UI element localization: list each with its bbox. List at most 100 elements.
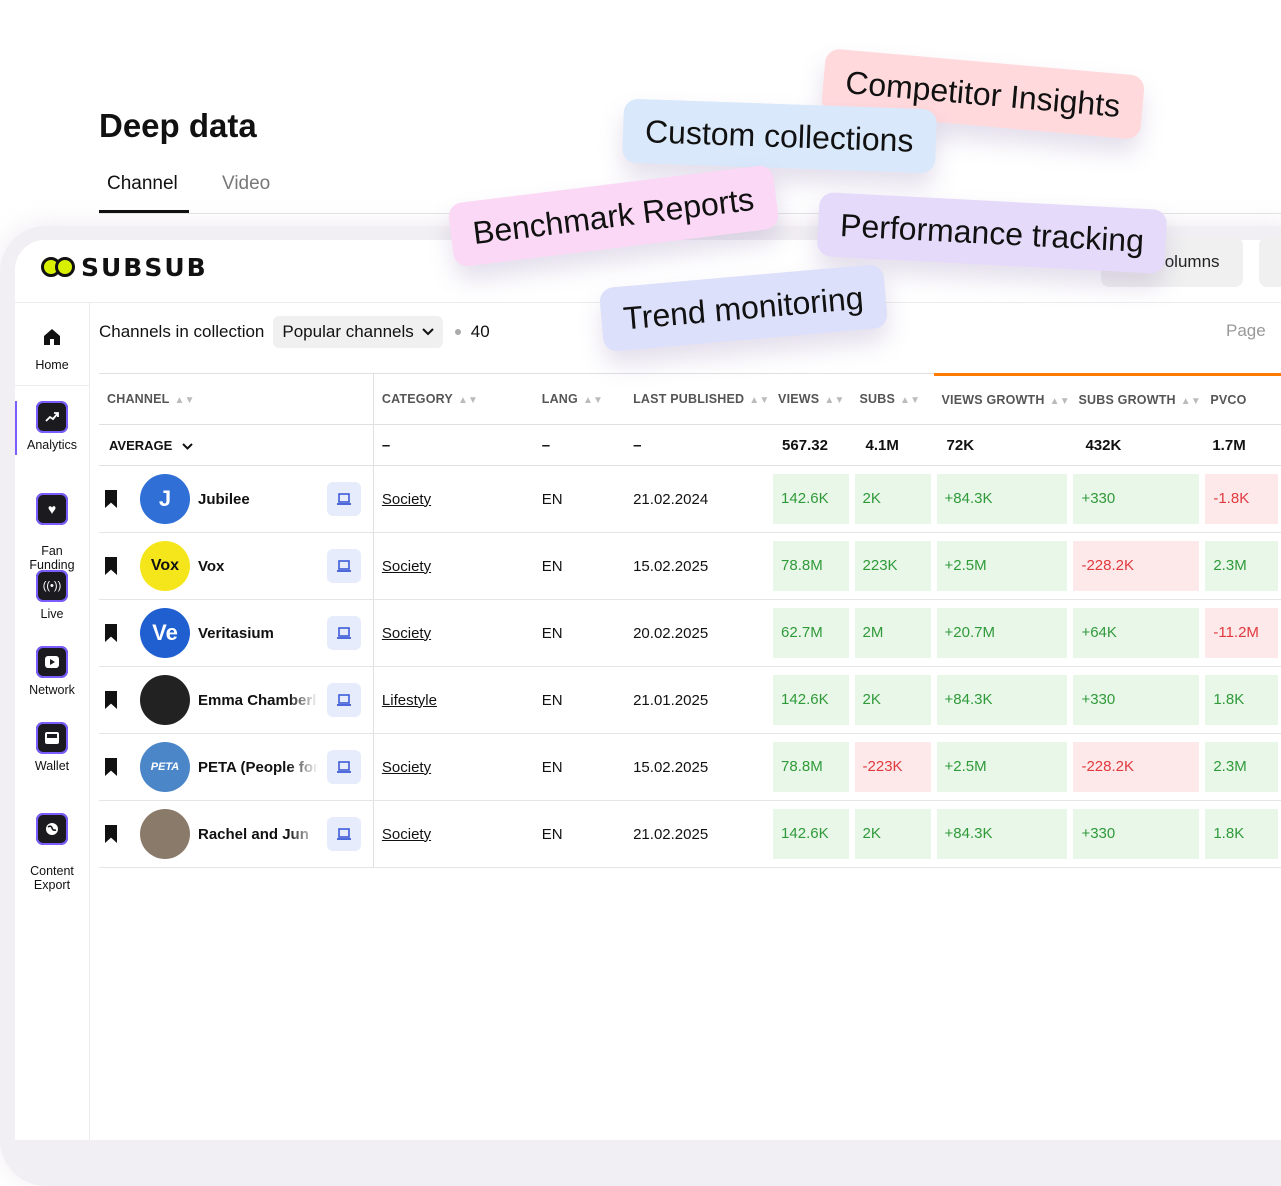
bookmark-icon[interactable] xyxy=(105,490,117,508)
table-row[interactable]: Vox Vox Society EN 15.02.2025 78.8M 223K +2.5M -… xyxy=(99,533,1281,600)
open-channel-button[interactable] xyxy=(327,482,361,516)
views-cell: 62.7M xyxy=(770,600,852,667)
category-cell[interactable]: Society xyxy=(372,533,534,600)
play-icon xyxy=(36,646,68,678)
sidebar-item-live[interactable]: ((•)) Live xyxy=(15,570,89,621)
chevron-down-icon xyxy=(182,442,193,450)
col-header-pvco[interactable]: PVCO xyxy=(1202,373,1281,425)
channel-cell[interactable]: J Jubilee xyxy=(99,466,373,533)
open-channel-button[interactable] xyxy=(327,616,361,650)
lang-cell: EN xyxy=(533,466,626,533)
channel-avatar: J xyxy=(140,474,190,524)
sidebar-item-label: Wallet xyxy=(34,759,70,773)
bookmark-icon[interactable] xyxy=(105,758,117,776)
brand-name: SUBSUB xyxy=(81,253,208,282)
channel-name[interactable]: Vox xyxy=(198,558,318,575)
table-row[interactable]: PETA PETA (People for Society EN 15.02.2025 7… xyxy=(99,734,1281,801)
col-header-last-published[interactable]: LAST PUBLISHED ▲▼ xyxy=(625,373,771,425)
col-header-category[interactable]: CATEGORY ▲▼ xyxy=(372,373,534,425)
bookmark-icon[interactable] xyxy=(105,624,117,642)
channel-cell[interactable]: Rachel and Jun xyxy=(99,801,373,868)
channel-cell[interactable]: PETA PETA (People for xyxy=(99,734,373,801)
lang-cell: EN xyxy=(533,801,626,868)
subs-cell: 2K xyxy=(851,466,934,533)
channel-avatar: Vox xyxy=(140,541,190,591)
col-header-subs[interactable]: SUBS ▲▼ xyxy=(851,373,934,425)
collection-select[interactable]: Popular channels xyxy=(273,316,443,348)
tab-channel[interactable]: Channel xyxy=(107,173,178,195)
table-header: CHANNEL ▲▼ CATEGORY ▲▼ LANG ▲▼ LAST PUBLISH… xyxy=(99,373,1281,425)
sidebar-item-network[interactable]: Network xyxy=(15,646,89,697)
filter-label: Channels in collection xyxy=(99,322,265,341)
subs-cell: 2M xyxy=(851,600,934,667)
open-channel-button[interactable] xyxy=(327,817,361,851)
brand-logo[interactable]: SUBSUB xyxy=(41,253,208,282)
col-header-channel[interactable]: CHANNEL ▲▼ xyxy=(99,373,373,425)
lang-cell: EN xyxy=(533,734,626,801)
subs-growth-cell: +330 xyxy=(1070,801,1203,868)
sidebar-item-home[interactable]: Home xyxy=(15,321,89,372)
tab-video[interactable]: Video xyxy=(222,173,270,195)
open-channel-button[interactable] xyxy=(327,750,361,784)
open-channel-button[interactable] xyxy=(327,549,361,583)
views-cell: 142.6K xyxy=(770,466,852,533)
table-row[interactable]: Ve Veritasium Society EN 20.02.2025 62.7M 2M +2… xyxy=(99,600,1281,667)
laptop-icon xyxy=(337,828,351,840)
table-row[interactable]: Rachel and Jun Society EN 21.02.2025 142.6K 2… xyxy=(99,801,1281,868)
bookmark-icon[interactable] xyxy=(105,557,117,575)
average-pvco: 1.7M xyxy=(1202,425,1281,466)
sidebar-divider xyxy=(15,385,89,386)
category-cell[interactable]: Society xyxy=(372,734,534,801)
bookmark-icon[interactable] xyxy=(105,825,117,843)
average-toggle[interactable]: AVERAGE xyxy=(99,425,373,466)
category-cell[interactable]: Society xyxy=(372,466,534,533)
channel-cell[interactable]: Emma Chamberlain xyxy=(99,667,373,734)
lang-cell: EN xyxy=(533,533,626,600)
views-growth-cell: +2.5M xyxy=(933,533,1071,600)
pvco-cell: -11.2M xyxy=(1202,600,1281,667)
views-cell: 142.6K xyxy=(770,801,852,868)
sidebar-item-analytics[interactable]: Analytics xyxy=(15,401,89,452)
category-cell[interactable]: Lifestyle xyxy=(372,667,534,734)
category-cell[interactable]: Society xyxy=(372,600,534,667)
table-row[interactable]: J Jubilee Society EN 21.02.2024 142.6K 2K +84.3… xyxy=(99,466,1281,533)
sidebar-item-wallet[interactable]: Wallet xyxy=(15,722,89,773)
pvco-cell: -1.8K xyxy=(1202,466,1281,533)
channel-name[interactable]: Jubilee xyxy=(198,491,318,508)
channel-name[interactable]: PETA (People for xyxy=(198,759,318,776)
col-header-views-growth[interactable]: VIEWS GROWTH ▲▼ xyxy=(933,373,1071,425)
channel-name[interactable]: Emma Chamberlain xyxy=(198,692,318,709)
subs-cell: 223K xyxy=(851,533,934,600)
sidebar-item-fan-funding[interactable]: ♥ Fan Funding xyxy=(15,479,89,572)
more-options-button[interactable] xyxy=(1259,237,1281,287)
average-category: – xyxy=(372,425,534,466)
subs-growth-cell: -228.2K xyxy=(1070,734,1203,801)
subs-growth-cell: +64K xyxy=(1070,600,1203,667)
collection-select-value: Popular channels xyxy=(282,322,414,341)
category-cell[interactable]: Society xyxy=(372,801,534,868)
col-header-lang[interactable]: LANG ▲▼ xyxy=(533,373,626,425)
col-header-subs-growth[interactable]: SUBS GROWTH ▲▼ xyxy=(1070,373,1203,425)
views-cell: 142.6K xyxy=(770,667,852,734)
separator-dot xyxy=(454,329,461,335)
active-tab-underline xyxy=(99,210,189,213)
logo-mark-icon xyxy=(41,256,77,280)
open-channel-button[interactable] xyxy=(327,683,361,717)
pvco-cell: 1.8K xyxy=(1202,801,1281,868)
sidebar-item-content-export[interactable]: Content Export xyxy=(15,799,89,892)
laptop-icon xyxy=(337,560,351,572)
average-views: 567.32 xyxy=(770,425,852,466)
trending-up-icon xyxy=(36,401,68,433)
channel-cell[interactable]: Ve Veritasium xyxy=(99,600,373,667)
channel-cell[interactable]: Vox Vox xyxy=(99,533,373,600)
laptop-icon xyxy=(337,761,351,773)
channel-name[interactable]: Rachel and Jun xyxy=(198,826,318,843)
table-row[interactable]: Emma Chamberlain LifestyleEN21.01.2025142… xyxy=(99,667,1281,734)
col-header-views[interactable]: VIEWS ▲▼ xyxy=(770,373,852,425)
laptop-icon xyxy=(337,627,351,639)
tag-custom-collections: Custom collections xyxy=(621,98,937,174)
subs-cell: -223K xyxy=(851,734,934,801)
lang-cell: EN xyxy=(533,667,626,734)
channel-name[interactable]: Veritasium xyxy=(198,625,318,642)
bookmark-icon[interactable] xyxy=(105,691,117,709)
